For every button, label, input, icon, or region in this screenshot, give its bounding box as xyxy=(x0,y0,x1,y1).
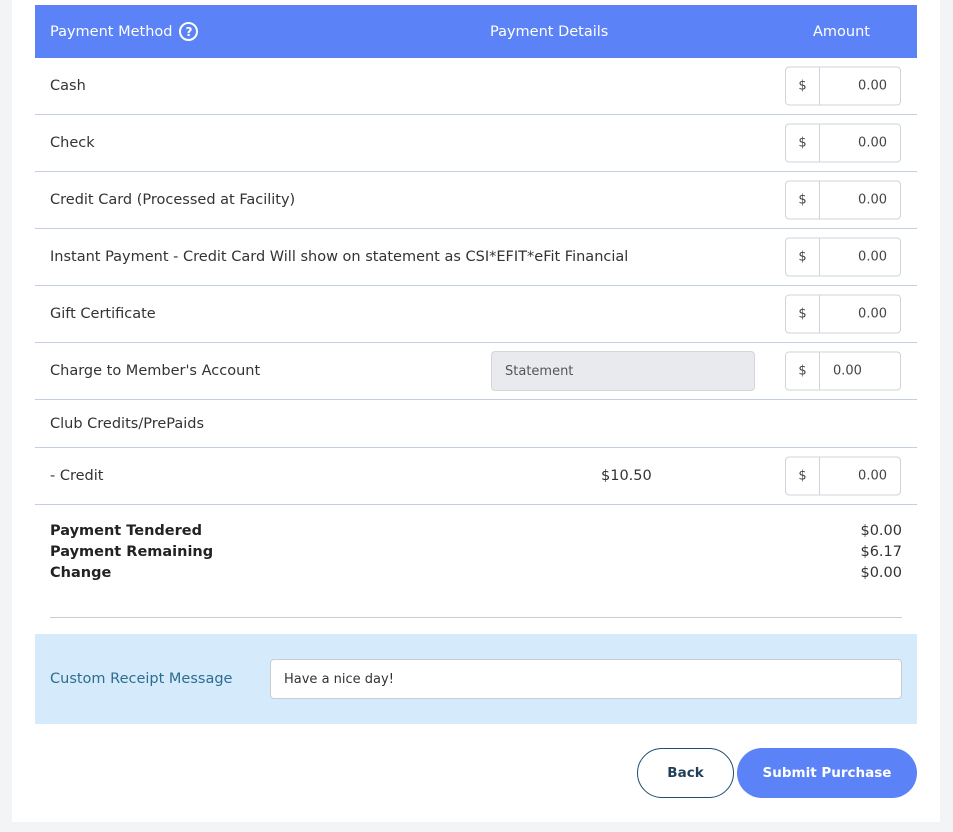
payment-row-label: Charge to Member's Account xyxy=(50,363,261,379)
summary-change: Change $0.00 xyxy=(50,562,902,583)
payment-row-label: Gift Certificate xyxy=(50,306,156,322)
summary-value: $0.00 xyxy=(860,564,902,581)
table-header: Payment Method ? Payment Details Amount xyxy=(35,5,917,58)
summary-value: $0.00 xyxy=(860,522,902,539)
payment-row-gift-certificate: Gift Certificate $ 0.00 xyxy=(35,286,917,343)
payment-row-label: Instant Payment - Credit Card Will show … xyxy=(50,249,629,265)
member-account-amount-input[interactable]: $ 0.00 xyxy=(785,351,901,391)
back-button[interactable]: Back xyxy=(637,748,734,798)
payment-summary: Payment Tendered $0.00 Payment Remaining… xyxy=(35,505,917,618)
payment-row-credit-card: Credit Card (Processed at Facility) $ 0.… xyxy=(35,172,917,229)
instant-payment-amount-input[interactable]: $ 0.00 xyxy=(785,237,901,277)
submit-purchase-button[interactable]: Submit Purchase xyxy=(737,748,917,798)
summary-remaining: Payment Remaining $6.17 xyxy=(50,541,902,562)
credit-balance: $10.50 xyxy=(601,468,652,484)
custom-receipt-section: Custom Receipt Message Have a nice day! xyxy=(35,634,917,724)
payment-row-label: Check xyxy=(50,135,95,151)
cash-amount-input[interactable]: $ 0.00 xyxy=(785,66,901,106)
payment-card: Payment Method ? Payment Details Amount … xyxy=(12,0,940,822)
currency-symbol: $ xyxy=(786,238,820,276)
payment-row-label: Cash xyxy=(50,78,86,94)
credit-amount-input[interactable]: $ 0.00 xyxy=(785,456,901,496)
header-payment-details: Payment Details xyxy=(490,23,609,40)
amount-value[interactable]: 0.00 xyxy=(820,353,900,390)
check-amount-input[interactable]: $ 0.00 xyxy=(785,123,901,163)
statement-field[interactable]: Statement xyxy=(491,351,755,391)
currency-symbol: $ xyxy=(786,67,820,105)
amount-value[interactable]: 0.00 xyxy=(820,458,900,495)
header-amount: Amount xyxy=(813,23,870,40)
payment-row-credit: - Credit $10.50 $ 0.00 xyxy=(35,448,917,505)
currency-symbol: $ xyxy=(786,352,820,390)
summary-value: $6.17 xyxy=(860,543,902,560)
summary-label: Change xyxy=(50,564,112,581)
payment-row-member-account: Charge to Member's Account Statement $ 0… xyxy=(35,343,917,400)
custom-receipt-label: Custom Receipt Message xyxy=(50,671,233,687)
amount-value[interactable]: 0.00 xyxy=(820,182,900,219)
payment-row-label: Club Credits/PrePaids xyxy=(50,415,205,432)
summary-label: Payment Remaining xyxy=(50,543,214,560)
amount-value[interactable]: 0.00 xyxy=(820,296,900,333)
currency-symbol: $ xyxy=(786,457,820,495)
summary-tendered: Payment Tendered $0.00 xyxy=(50,520,902,541)
payment-row-label: - Credit xyxy=(50,468,104,484)
gift-certificate-amount-input[interactable]: $ 0.00 xyxy=(785,294,901,334)
payment-row-check: Check $ 0.00 xyxy=(35,115,917,172)
header-payment-method-label: Payment Method xyxy=(50,23,173,40)
currency-symbol: $ xyxy=(786,181,820,219)
currency-symbol: $ xyxy=(786,295,820,333)
payment-row-cash: Cash $ 0.00 xyxy=(35,58,917,115)
summary-label: Payment Tendered xyxy=(50,522,202,539)
summary-divider xyxy=(50,617,902,618)
payment-row-club-credits: Club Credits/PrePaids xyxy=(35,400,917,448)
amount-value[interactable]: 0.00 xyxy=(820,239,900,276)
payment-row-label: Credit Card (Processed at Facility) xyxy=(50,192,296,208)
amount-value[interactable]: 0.00 xyxy=(820,68,900,105)
payment-table: Payment Method ? Payment Details Amount … xyxy=(35,5,917,618)
custom-receipt-input[interactable]: Have a nice day! xyxy=(270,659,902,699)
currency-symbol: $ xyxy=(786,124,820,162)
header-payment-method: Payment Method ? xyxy=(50,5,199,58)
help-icon[interactable]: ? xyxy=(179,22,199,41)
credit-card-amount-input[interactable]: $ 0.00 xyxy=(785,180,901,220)
payment-row-instant-payment: Instant Payment - Credit Card Will show … xyxy=(35,229,917,286)
amount-value[interactable]: 0.00 xyxy=(820,125,900,162)
